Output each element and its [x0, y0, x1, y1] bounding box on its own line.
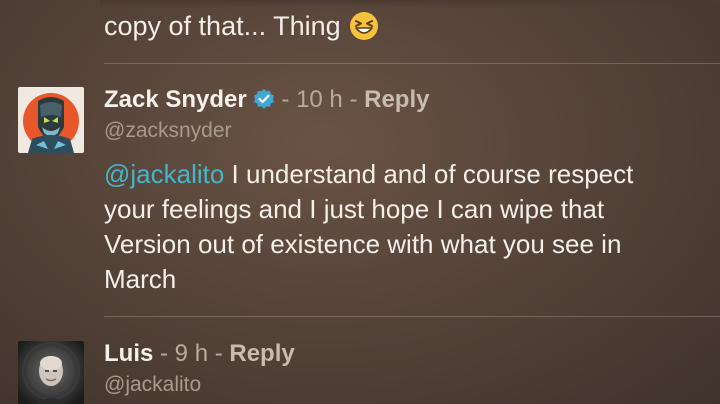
previous-comment-text: copy of that... Thing — [104, 11, 341, 41]
timestamp: 9 h — [174, 340, 209, 367]
separator: - — [153, 340, 175, 367]
comment-body: @jackalito I understand and of course re… — [104, 157, 684, 297]
comment-thread: copy of that... Thing Zack Snyder - 10 h… — [0, 0, 720, 404]
author-handle[interactable]: @zacksnyder — [104, 117, 232, 145]
comment-header: Luis - 9 h - Reply — [104, 339, 295, 369]
mention-link[interactable]: @jackalito — [104, 159, 224, 189]
comment-divider — [104, 63, 720, 64]
avatar[interactable] — [18, 341, 84, 404]
previous-comment: copy of that... Thing — [104, 8, 379, 44]
author-handle[interactable]: @jackalito — [104, 371, 201, 399]
reply-button[interactable]: Reply — [364, 86, 429, 113]
comment-divider — [104, 316, 720, 317]
comment-header: Zack Snyder - 10 h - Reply — [104, 85, 429, 115]
timestamp: 10 h — [296, 86, 343, 113]
author-name[interactable]: Luis — [104, 340, 153, 367]
verified-badge-icon — [253, 88, 275, 110]
separator: - — [342, 86, 365, 113]
separator: - — [274, 86, 297, 113]
author-name[interactable]: Zack Snyder — [104, 86, 247, 113]
avatar[interactable] — [18, 87, 84, 153]
top-fade — [100, 0, 720, 8]
reply-button[interactable]: Reply — [229, 340, 294, 367]
grinning-squinting-face-icon — [349, 11, 379, 41]
separator: - — [208, 340, 230, 367]
